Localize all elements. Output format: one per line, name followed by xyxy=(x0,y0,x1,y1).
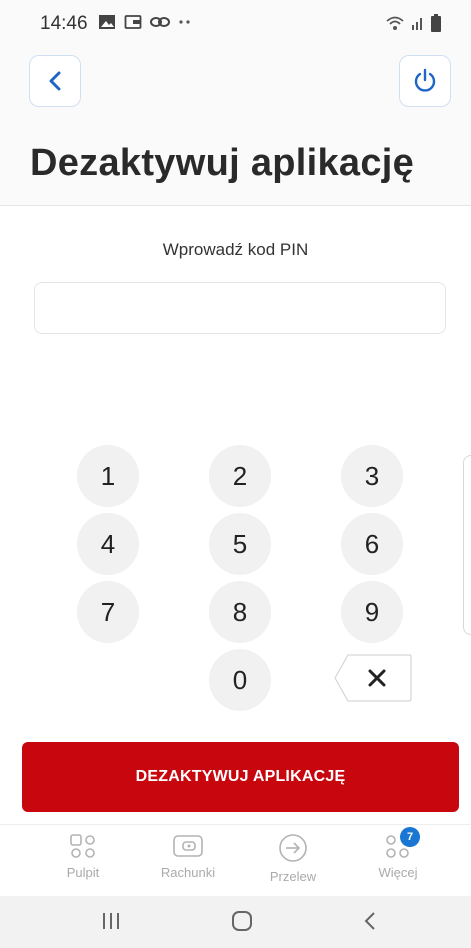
status-bar: 14:46 xyxy=(0,0,471,46)
wallet-icon xyxy=(173,835,203,857)
battery-icon xyxy=(431,14,441,32)
power-button[interactable] xyxy=(399,55,451,107)
dashboard-icon xyxy=(70,834,95,858)
notification-icons xyxy=(98,14,192,30)
key-9[interactable]: 9 xyxy=(341,581,403,643)
backspace-icon xyxy=(334,654,412,702)
link-icon xyxy=(150,17,170,27)
key-1[interactable]: 1 xyxy=(77,445,139,507)
backspace-button[interactable] xyxy=(334,654,412,702)
back-button[interactable] xyxy=(29,55,81,107)
key-4[interactable]: 4 xyxy=(77,513,139,575)
system-icons xyxy=(385,14,441,32)
header: Dezaktywuj aplikację xyxy=(0,46,471,206)
key-6[interactable]: 6 xyxy=(341,513,403,575)
nav-label-rachunki: Rachunki xyxy=(160,865,216,880)
key-2[interactable]: 2 xyxy=(209,445,271,507)
key-3[interactable]: 3 xyxy=(341,445,403,507)
bottom-nav: Pulpit Rachunki Przelew 7 Więcej xyxy=(0,824,471,896)
nav-label-przelew: Przelew xyxy=(269,869,317,884)
signal-icon xyxy=(412,18,422,30)
nav-item-wiecej[interactable]: 7 Więcej xyxy=(353,827,443,880)
pin-input[interactable] xyxy=(34,282,446,334)
back-chevron-icon xyxy=(49,71,61,91)
wallet-notification-icon xyxy=(124,15,142,29)
status-time: 14:46 xyxy=(40,13,88,34)
nav-label-wiecej: Więcej xyxy=(378,865,418,880)
recent-apps-icon[interactable] xyxy=(100,910,122,932)
notification-badge: 7 xyxy=(400,827,420,847)
page-title: Dezaktywuj aplikację xyxy=(30,142,415,184)
wifi-icon xyxy=(386,16,404,30)
home-icon[interactable] xyxy=(231,910,253,932)
nav-item-przelew[interactable]: Przelew xyxy=(248,833,338,884)
nav-item-pulpit[interactable]: Pulpit xyxy=(38,833,128,880)
nav-item-rachunki[interactable]: Rachunki xyxy=(143,833,233,880)
more-notifications-icon xyxy=(179,20,190,24)
power-icon xyxy=(414,68,436,92)
key-7[interactable]: 7 xyxy=(77,581,139,643)
deactivate-app-button[interactable]: DEZAKTYWUJ APLIKACJĘ xyxy=(22,742,459,812)
pin-label: Wprowadź kod PIN xyxy=(162,240,309,259)
side-panel-handle[interactable] xyxy=(463,455,471,635)
key-8[interactable]: 8 xyxy=(209,581,271,643)
key-5[interactable]: 5 xyxy=(209,513,271,575)
system-back-icon[interactable] xyxy=(362,910,378,932)
nav-label-pulpit: Pulpit xyxy=(66,865,100,880)
gallery-icon xyxy=(99,15,115,29)
key-0[interactable]: 0 xyxy=(209,649,271,711)
system-nav-bar xyxy=(0,896,471,948)
transfer-arrow-icon xyxy=(279,834,307,862)
